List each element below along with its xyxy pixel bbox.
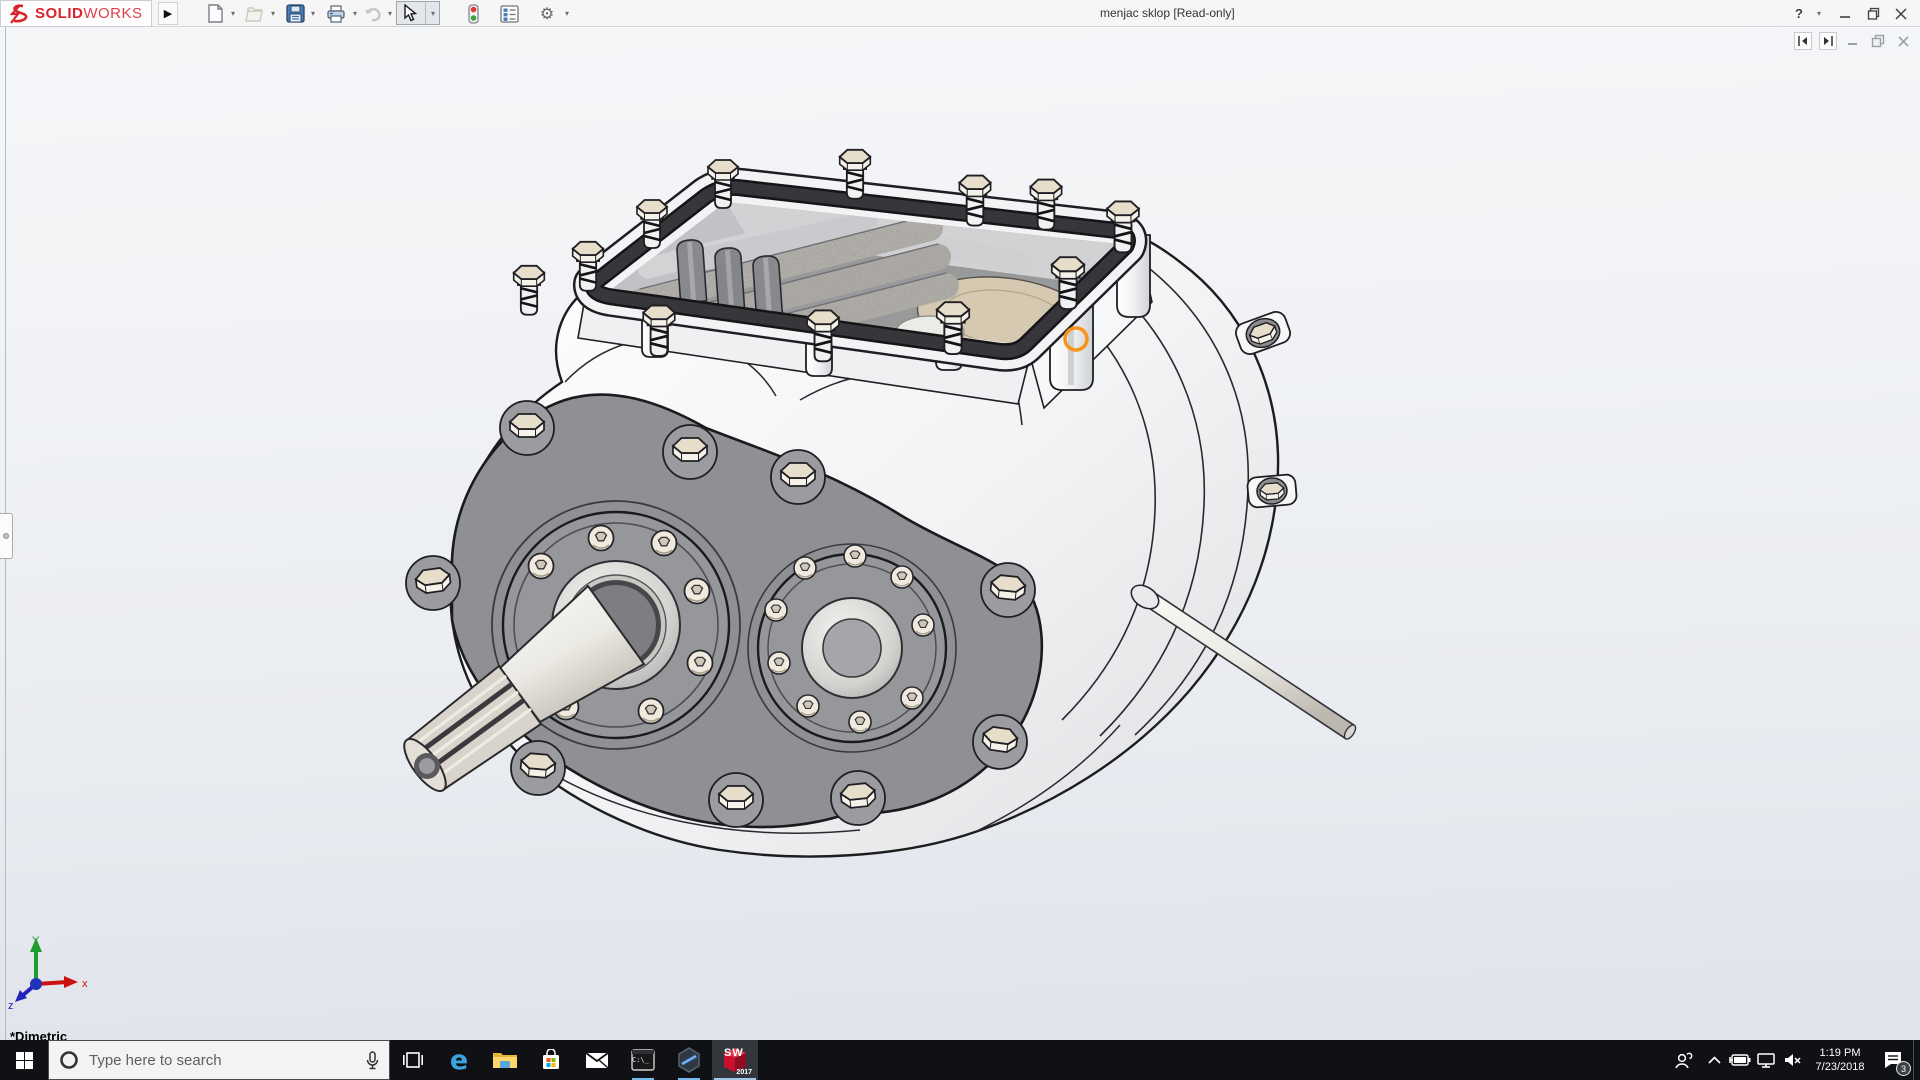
select-split-divider — [425, 2, 426, 24]
print-caret[interactable]: ▾ — [350, 9, 360, 19]
show-desktop-button[interactable] — [1913, 1040, 1920, 1080]
options-caret[interactable]: ▾ — [562, 9, 572, 19]
new-document-caret[interactable]: ▾ — [228, 9, 238, 19]
print-button[interactable] — [324, 3, 348, 24]
help-caret[interactable]: ▾ — [1814, 9, 1824, 19]
taskbar-icons: e — [390, 1040, 758, 1080]
battery-button[interactable] — [1727, 1040, 1753, 1080]
select-cursor-icon — [402, 4, 418, 22]
menu-expand-button[interactable]: ▶ — [158, 2, 178, 25]
system-tray: 1:19 PM 7/23/2018 3 — [1667, 1040, 1920, 1080]
store-icon — [540, 1049, 562, 1071]
start-button[interactable] — [0, 1040, 48, 1080]
new-document-icon — [207, 4, 224, 23]
gearbox-model[interactable] — [0, 27, 1920, 1040]
search-input[interactable] — [89, 1052, 356, 1069]
close-icon — [1895, 8, 1907, 20]
minimize-icon — [1839, 8, 1851, 20]
volume-button[interactable] — [1779, 1040, 1807, 1080]
model-geometry — [397, 150, 1358, 857]
save-floppy-icon — [286, 4, 305, 23]
solidworks-menu-button[interactable]: SOLIDWORKS — [0, 0, 152, 27]
action-center-button[interactable]: 3 — [1873, 1040, 1913, 1080]
tray-overflow-button[interactable] — [1701, 1040, 1727, 1080]
clock-date: 7/23/2018 — [1816, 1060, 1865, 1074]
notification-badge: 3 — [1896, 1061, 1911, 1076]
help-button[interactable]: ? — [1788, 4, 1810, 23]
solidworks-taskbar-button[interactable]: SW 2017 — [712, 1040, 758, 1080]
options-button[interactable]: ⚙ — [535, 3, 559, 24]
people-icon — [1674, 1051, 1694, 1069]
orientation-triad: Y x z — [6, 934, 96, 1010]
task-view-button[interactable] — [390, 1040, 436, 1080]
solidworks-logo-icon — [9, 4, 35, 24]
close-button[interactable] — [1890, 4, 1912, 23]
store-button[interactable] — [528, 1040, 574, 1080]
clock[interactable]: 1:19 PM 7/23/2018 — [1807, 1040, 1873, 1080]
undo-button[interactable] — [361, 3, 385, 24]
taskbar-search[interactable] — [48, 1040, 390, 1080]
save-button[interactable] — [283, 3, 307, 24]
restore-button[interactable] — [1862, 4, 1884, 23]
hexagon-app-icon — [677, 1047, 701, 1073]
document-title: menjac sklop [Read-only] — [1100, 6, 1235, 20]
triad-z-label: z — [8, 1000, 14, 1010]
task-view-icon — [403, 1051, 423, 1069]
network-button[interactable] — [1753, 1040, 1779, 1080]
taskbar: e — [0, 1040, 1920, 1080]
undo-caret[interactable]: ▾ — [385, 9, 395, 19]
solidworks-2017-icon: SW 2017 — [720, 1045, 750, 1075]
minimize-button[interactable] — [1834, 4, 1856, 23]
open-caret[interactable]: ▾ — [268, 9, 278, 19]
command-prompt-glyph: C:\_ — [632, 1056, 649, 1064]
rebuild-button[interactable] — [461, 3, 485, 24]
microphone-icon[interactable] — [366, 1051, 379, 1070]
mail-icon — [585, 1052, 609, 1069]
network-icon — [1757, 1053, 1775, 1068]
file-explorer-icon — [492, 1050, 518, 1070]
open-button[interactable] — [243, 3, 267, 24]
hexagon-app-button[interactable] — [666, 1040, 712, 1080]
edge-icon: e — [450, 1047, 468, 1074]
select-caret[interactable]: ▾ — [428, 9, 438, 19]
file-properties-icon — [500, 5, 519, 23]
battery-icon — [1729, 1054, 1751, 1066]
volume-muted-icon — [1784, 1053, 1802, 1067]
chevron-up-icon — [1708, 1056, 1721, 1064]
save-caret[interactable]: ▾ — [308, 9, 318, 19]
gear-icon: ⚙ — [540, 4, 554, 24]
triad-y-label: Y — [32, 935, 40, 947]
file-properties-button[interactable] — [497, 3, 521, 24]
desktop: SOLIDWORKS ▶ ▾ ▾ ▾ — [0, 0, 1920, 1080]
graphics-viewport[interactable]: Y x z *Dimetric — [0, 27, 1920, 1040]
command-prompt-button[interactable]: C:\_ — [620, 1040, 666, 1080]
clock-time: 1:19 PM — [1816, 1046, 1865, 1060]
open-folder-icon — [245, 5, 265, 23]
triad-x-label: x — [82, 978, 88, 990]
mail-button[interactable] — [574, 1040, 620, 1080]
traffic-light-icon — [467, 4, 480, 24]
brand-text: SOLIDWORKS — [35, 5, 143, 22]
undo-icon — [363, 6, 383, 22]
file-explorer-button[interactable] — [482, 1040, 528, 1080]
people-button[interactable] — [1667, 1040, 1701, 1080]
select-tool-button[interactable]: ▾ — [396, 1, 440, 25]
new-document-button[interactable] — [203, 3, 227, 24]
titlebar: SOLIDWORKS ▶ ▾ ▾ ▾ — [0, 0, 1920, 27]
windows-logo-icon — [16, 1052, 33, 1069]
restore-icon — [1867, 7, 1880, 20]
cortana-icon — [59, 1050, 79, 1070]
print-icon — [326, 5, 346, 23]
edge-button[interactable]: e — [436, 1040, 482, 1080]
